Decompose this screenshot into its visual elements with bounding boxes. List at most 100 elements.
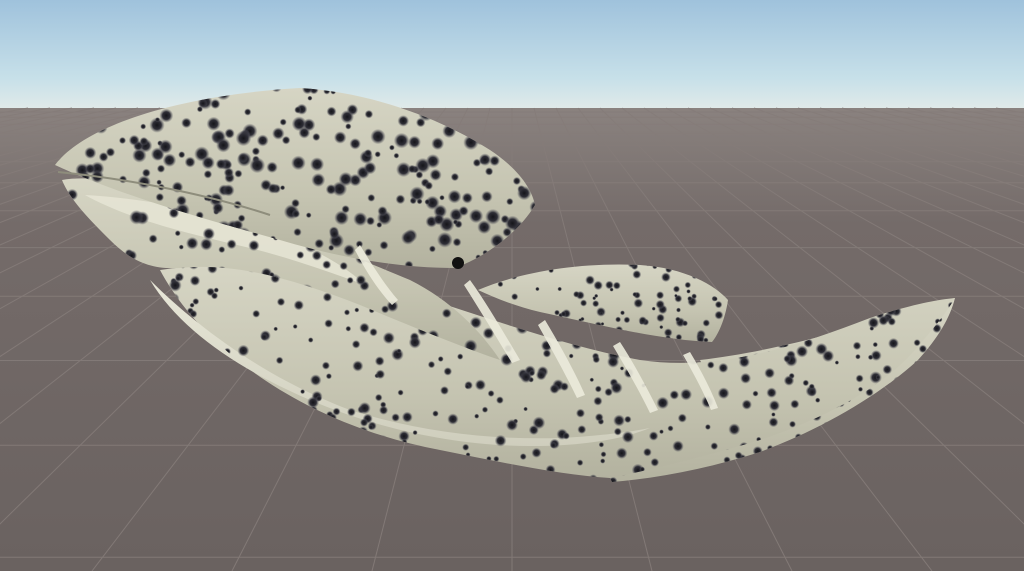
spot: [443, 367, 453, 376]
spot: [293, 300, 304, 311]
spot: [374, 393, 383, 402]
spot: [310, 157, 325, 172]
spot: [312, 132, 321, 142]
spot: [321, 361, 330, 370]
spot: [594, 413, 604, 422]
spot: [519, 453, 527, 461]
spot: [531, 447, 542, 458]
spot: [559, 382, 569, 392]
spot: [352, 360, 364, 372]
spot: [557, 286, 562, 292]
spot: [307, 337, 314, 343]
spot: [329, 228, 340, 240]
spot: [309, 374, 322, 386]
spot: [437, 356, 444, 362]
spot: [354, 307, 360, 313]
spot: [575, 408, 586, 418]
spot: [718, 362, 729, 373]
spot: [305, 212, 312, 219]
spot: [852, 341, 862, 351]
spot: [822, 349, 835, 363]
spot: [592, 355, 601, 364]
spot: [393, 152, 400, 159]
spot: [554, 309, 560, 316]
spot: [408, 336, 422, 349]
spot: [461, 192, 473, 204]
spot: [789, 420, 796, 428]
spot: [615, 316, 622, 323]
spot: [364, 109, 374, 119]
spot: [855, 374, 864, 383]
spot: [766, 387, 777, 399]
spot: [260, 333, 269, 341]
spot: [353, 212, 368, 227]
spot: [667, 425, 674, 432]
spot: [181, 117, 192, 129]
spot: [333, 131, 347, 144]
spot: [137, 175, 151, 189]
spot: [834, 360, 840, 365]
spot: [395, 194, 406, 205]
spot: [273, 326, 279, 332]
spot: [326, 106, 337, 117]
spot: [118, 136, 127, 145]
spot: [343, 244, 356, 257]
spot: [401, 230, 415, 245]
spot: [213, 287, 219, 293]
spot: [349, 138, 362, 150]
spot: [867, 317, 880, 329]
spot: [330, 279, 340, 289]
spot: [612, 281, 621, 290]
spot: [613, 414, 626, 427]
spot: [409, 186, 425, 202]
spot: [196, 106, 203, 113]
spot: [140, 123, 147, 130]
spot: [532, 416, 546, 430]
spot: [589, 377, 595, 383]
spot: [768, 417, 779, 428]
spot: [340, 110, 355, 124]
spot: [339, 261, 348, 271]
spot: [594, 385, 602, 393]
spot: [621, 430, 635, 444]
spot: [210, 98, 221, 110]
spot: [496, 396, 504, 404]
spot: [511, 293, 519, 301]
spot: [391, 413, 400, 422]
3d-viewport[interactable]: [0, 0, 1024, 571]
spot: [345, 123, 352, 130]
spot: [343, 309, 351, 316]
spot: [523, 406, 528, 412]
spot: [156, 164, 166, 173]
spot: [580, 299, 588, 307]
spot: [377, 206, 388, 217]
spot: [440, 386, 449, 395]
spot: [237, 344, 250, 357]
spot: [661, 272, 671, 283]
spot: [379, 405, 389, 415]
spot: [867, 354, 874, 361]
spot: [764, 367, 775, 379]
spot: [325, 184, 337, 195]
spot: [592, 300, 600, 308]
spot: [244, 108, 252, 116]
spot: [200, 238, 213, 251]
spot: [468, 208, 484, 224]
spot: [368, 424, 374, 430]
spot: [550, 441, 557, 449]
spot: [379, 240, 389, 250]
spot: [218, 246, 226, 254]
spot: [84, 163, 96, 175]
spot: [484, 167, 494, 176]
spot: [381, 305, 390, 314]
spot: [296, 251, 305, 259]
scene-canvas[interactable]: [0, 0, 1024, 571]
spot: [452, 219, 459, 225]
spot: [238, 285, 244, 291]
spot: [613, 427, 622, 436]
spot: [481, 190, 493, 203]
spot: [632, 270, 642, 279]
spot: [474, 413, 480, 419]
spot: [656, 396, 669, 410]
spot: [875, 374, 881, 380]
